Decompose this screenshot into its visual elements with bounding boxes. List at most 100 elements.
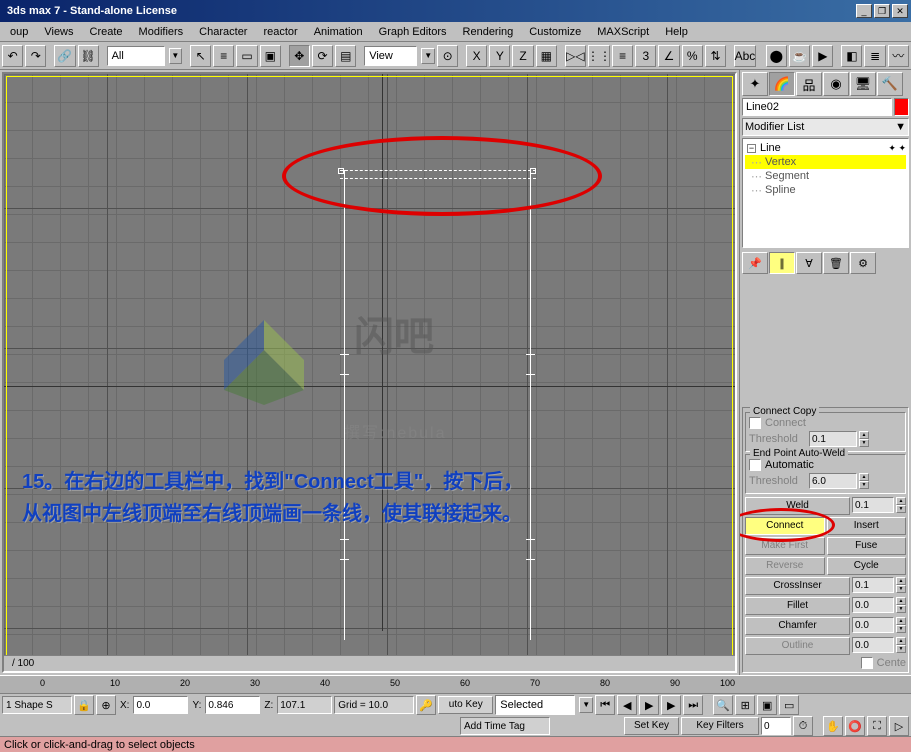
mirror-button[interactable]: ▷◁ (565, 45, 586, 67)
crossinsert-spinner[interactable] (852, 577, 894, 593)
y-coord-input[interactable] (205, 696, 260, 714)
weld-spinner[interactable] (852, 497, 894, 513)
spline-right-line[interactable] (530, 170, 531, 640)
menu-rendering[interactable]: Rendering (455, 24, 522, 40)
viewport[interactable]: 闪吧 撰写:nebula 15。在右边的工具栏中，找到"Connect工具"，按… (2, 72, 737, 673)
prev-frame-button[interactable]: ◀ (617, 695, 637, 715)
restrict-xy-button[interactable]: ▦ (536, 45, 557, 67)
threshold-spinner[interactable] (809, 431, 857, 447)
goto-start-button[interactable]: ⏮ (595, 695, 615, 715)
quick-render-button[interactable]: ▶ (812, 45, 833, 67)
stack-item-line[interactable]: − Line ✦ ✦ (745, 141, 906, 155)
add-time-tag[interactable]: Add Time Tag (460, 717, 550, 735)
ref-coord-combo[interactable]: View (364, 46, 417, 66)
setkey-button[interactable]: Set Key (624, 717, 679, 735)
center-checkbox[interactable] (861, 657, 873, 669)
chamfer-spinner[interactable] (852, 617, 894, 633)
window-crossing-button[interactable]: ▣ (260, 45, 281, 67)
snap-button[interactable]: 3 (635, 45, 656, 67)
scale-button[interactable]: ▤ (335, 45, 356, 67)
menu-group[interactable]: oup (2, 24, 36, 40)
menu-animation[interactable]: Animation (306, 24, 371, 40)
schematic-view-button[interactable]: ◧ (841, 45, 862, 67)
pin-stack-button[interactable]: 📌 (742, 252, 768, 274)
modifier-list-combo[interactable]: Modifier List ▼ (742, 118, 909, 136)
spline-left-line[interactable] (344, 170, 345, 640)
zoom-all-button[interactable]: ⊞ (735, 695, 755, 715)
fov-button[interactable]: ▷ (889, 716, 909, 736)
x-coord-input[interactable] (133, 696, 188, 714)
hierarchy-tab[interactable]: 品 (796, 72, 822, 96)
maximize-viewport-button[interactable]: ⛶ (867, 716, 887, 736)
configure-sets-button[interactable]: ⚙ (850, 252, 876, 274)
angle-snap-button[interactable]: ∠ (658, 45, 679, 67)
pivot-button[interactable]: ⊙ (437, 45, 458, 67)
menu-character[interactable]: Character (191, 24, 255, 40)
stack-subitem-segment[interactable]: Segment (745, 169, 906, 183)
material-editor-button[interactable]: ⬤ (766, 45, 787, 67)
play-button[interactable]: ▶ (639, 695, 659, 715)
show-end-result-button[interactable]: ∥ (769, 252, 795, 274)
restrict-z-button[interactable]: Z (512, 45, 533, 67)
menu-reactor[interactable]: reactor (255, 24, 305, 40)
menu-create[interactable]: Create (82, 24, 131, 40)
spinner-snap-button[interactable]: ⇅ (705, 45, 726, 67)
arc-rotate-button[interactable]: ⭕ (845, 716, 865, 736)
link-button[interactable]: 🔗 (54, 45, 75, 67)
outline-button[interactable]: Outline (745, 637, 850, 655)
minimize-button[interactable]: _ (856, 4, 872, 18)
redo-button[interactable]: ↷ (25, 45, 46, 67)
autokey-button[interactable]: uto Key (438, 696, 493, 714)
chevron-down-icon[interactable]: ▼ (169, 48, 183, 64)
modify-tab[interactable]: 🌈 (769, 72, 795, 96)
close-button[interactable]: ✕ (892, 4, 908, 18)
stack-subitem-vertex[interactable]: Vertex (745, 155, 906, 169)
chevron-down-icon[interactable]: ▼ (579, 697, 593, 713)
zoom-extents-button[interactable]: ▣ (757, 695, 777, 715)
select-by-name-button[interactable]: ≡ (213, 45, 234, 67)
menu-modifiers[interactable]: Modifiers (131, 24, 192, 40)
restrict-y-button[interactable]: Y (489, 45, 510, 67)
percent-snap-button[interactable]: % (682, 45, 703, 67)
object-color-swatch[interactable] (894, 98, 909, 116)
chamfer-button[interactable]: Chamfer (745, 617, 850, 635)
menu-customize[interactable]: Customize (521, 24, 589, 40)
reverse-button[interactable]: Reverse (745, 557, 825, 575)
collapse-icon[interactable]: − (747, 144, 756, 153)
zoom-button[interactable]: 🔍 (713, 695, 733, 715)
goto-end-button[interactable]: ⏭ (683, 695, 703, 715)
connect-checkbox[interactable] (749, 417, 761, 429)
autoweld-threshold-spinner[interactable] (809, 473, 857, 489)
fuse-button[interactable]: Fuse (827, 537, 907, 555)
restore-button[interactable]: ❐ (874, 4, 890, 18)
object-name-input[interactable] (742, 98, 892, 116)
layers-button[interactable]: ≣ (864, 45, 885, 67)
stack-subitem-spline[interactable]: Spline (745, 183, 906, 197)
select-region-button[interactable]: ▭ (236, 45, 257, 67)
utilities-tab[interactable]: 🔨 (877, 72, 903, 96)
make-unique-button[interactable]: ∀ (796, 252, 822, 274)
menu-maxscript[interactable]: MAXScript (589, 24, 657, 40)
create-tab[interactable]: ✦ (742, 72, 768, 96)
display-tab[interactable]: 🖥 (850, 72, 876, 96)
menu-views[interactable]: Views (36, 24, 81, 40)
next-frame-button[interactable]: ▶ (661, 695, 681, 715)
outline-spinner[interactable] (852, 637, 894, 653)
selection-filter-combo[interactable]: All (107, 46, 165, 66)
insert-button[interactable]: Insert (827, 517, 907, 535)
time-config-button[interactable]: ⏱ (793, 716, 813, 736)
motion-tab[interactable]: ◉ (823, 72, 849, 96)
cycle-button[interactable]: Cycle (827, 557, 907, 575)
modifier-stack[interactable]: − Line ✦ ✦ Vertex Segment Spline (742, 138, 909, 248)
key-icon[interactable]: 🔑 (416, 695, 436, 715)
remove-modifier-button[interactable]: 🗑 (823, 252, 849, 274)
rotate-button[interactable]: ⟳ (312, 45, 333, 67)
pan-button[interactable]: ✋ (823, 716, 843, 736)
restrict-x-button[interactable]: X (466, 45, 487, 67)
chevron-down-icon[interactable]: ▼ (421, 48, 435, 64)
menu-grapheditors[interactable]: Graph Editors (371, 24, 455, 40)
undo-button[interactable]: ↶ (2, 45, 23, 67)
time-slider[interactable]: 0 10 20 30 40 50 60 70 80 90 100 (0, 676, 911, 694)
key-mode-combo[interactable]: Selected (495, 695, 575, 715)
lock-selection-button[interactable]: 🔒 (74, 695, 94, 715)
